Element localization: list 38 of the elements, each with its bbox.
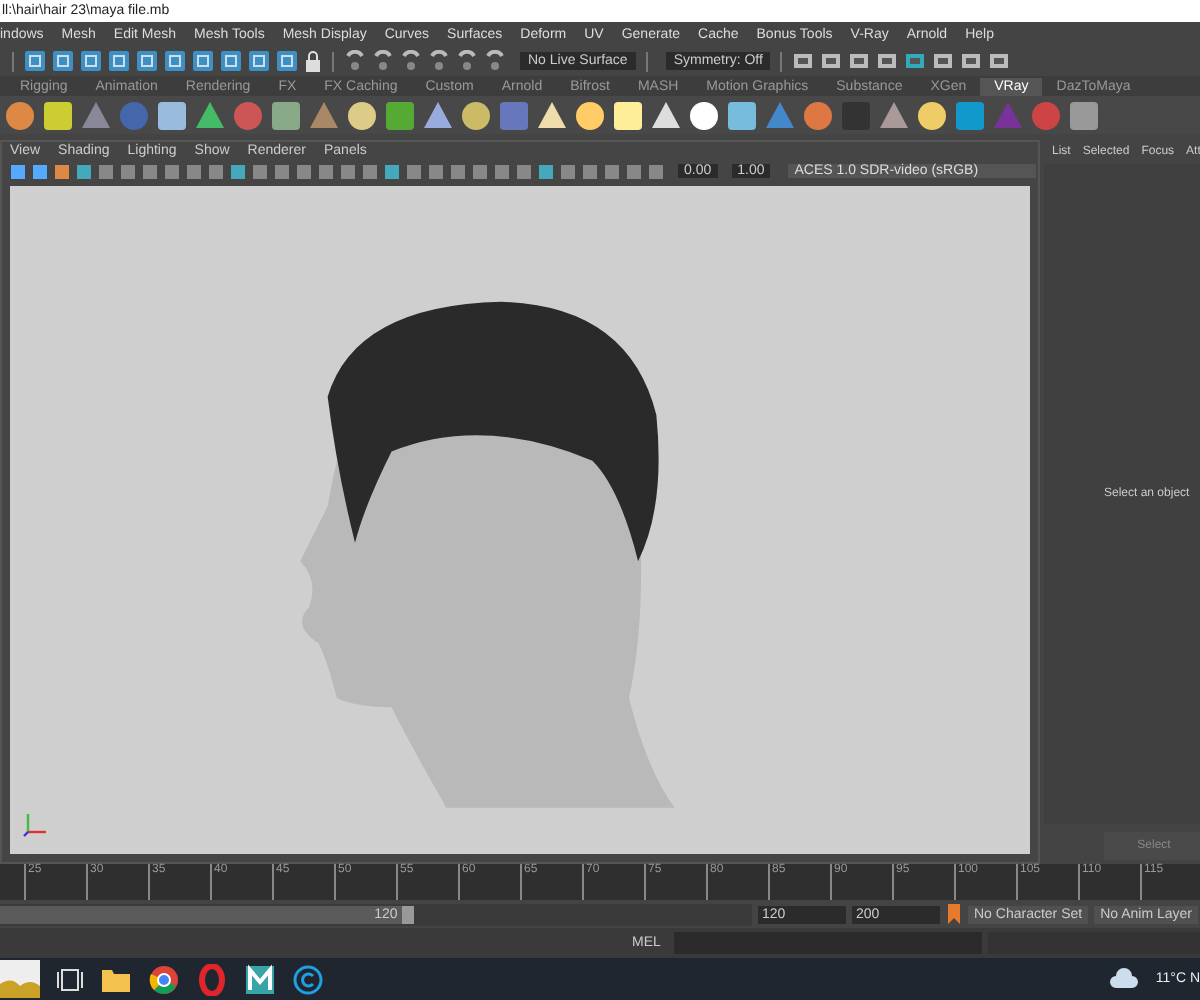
copyright-circle-icon[interactable] — [292, 963, 324, 995]
toolbar-icon[interactable] — [192, 50, 214, 72]
toolbar-icon[interactable] — [80, 50, 102, 72]
toolbar-icon[interactable] — [276, 50, 298, 72]
landscape-thumbnail-icon[interactable] — [0, 960, 40, 998]
render-icon[interactable] — [988, 50, 1011, 72]
render-icon[interactable] — [792, 50, 815, 72]
toolbar-icon[interactable] — [108, 50, 130, 72]
toolbar-icon[interactable] — [248, 50, 270, 72]
toolbar-icon[interactable] — [136, 50, 158, 72]
task-view-icon[interactable] — [56, 967, 84, 991]
render-icon[interactable] — [848, 50, 871, 72]
app-icon[interactable] — [244, 963, 276, 995]
shelf-tool-icon[interactable] — [612, 99, 644, 131]
key-icon[interactable] — [946, 904, 962, 924]
shelf-tool-icon[interactable] — [574, 99, 606, 131]
toolbar-icon[interactable] — [164, 50, 186, 72]
toolbar-icon[interactable] — [24, 50, 46, 72]
cloud-icon — [1107, 968, 1140, 990]
render-icon[interactable] — [960, 50, 983, 72]
folder-icon[interactable] — [100, 965, 132, 993]
render-icon[interactable] — [820, 50, 843, 72]
render-icon[interactable] — [904, 50, 927, 72]
ring-icon[interactable] — [196, 963, 228, 995]
render-icon[interactable] — [876, 50, 899, 72]
shelf-tool-icon[interactable] — [42, 99, 74, 131]
browser-icon[interactable] — [148, 963, 180, 995]
shelf-tool-icon[interactable] — [346, 99, 378, 131]
shelf-tool-icon[interactable] — [916, 99, 948, 131]
shelf-tool-icon[interactable] — [156, 99, 188, 131]
axis-gizmo-icon — [22, 810, 50, 838]
shelf-tool-icon[interactable] — [460, 99, 492, 131]
render-icon[interactable] — [932, 50, 955, 72]
lock-icon[interactable] — [304, 50, 322, 72]
toolbar-icon[interactable] — [220, 50, 242, 72]
shelf-tool-icon[interactable] — [688, 99, 720, 131]
toolbar-icon[interactable] — [52, 50, 74, 72]
shelf-tool-icon[interactable] — [726, 99, 758, 131]
